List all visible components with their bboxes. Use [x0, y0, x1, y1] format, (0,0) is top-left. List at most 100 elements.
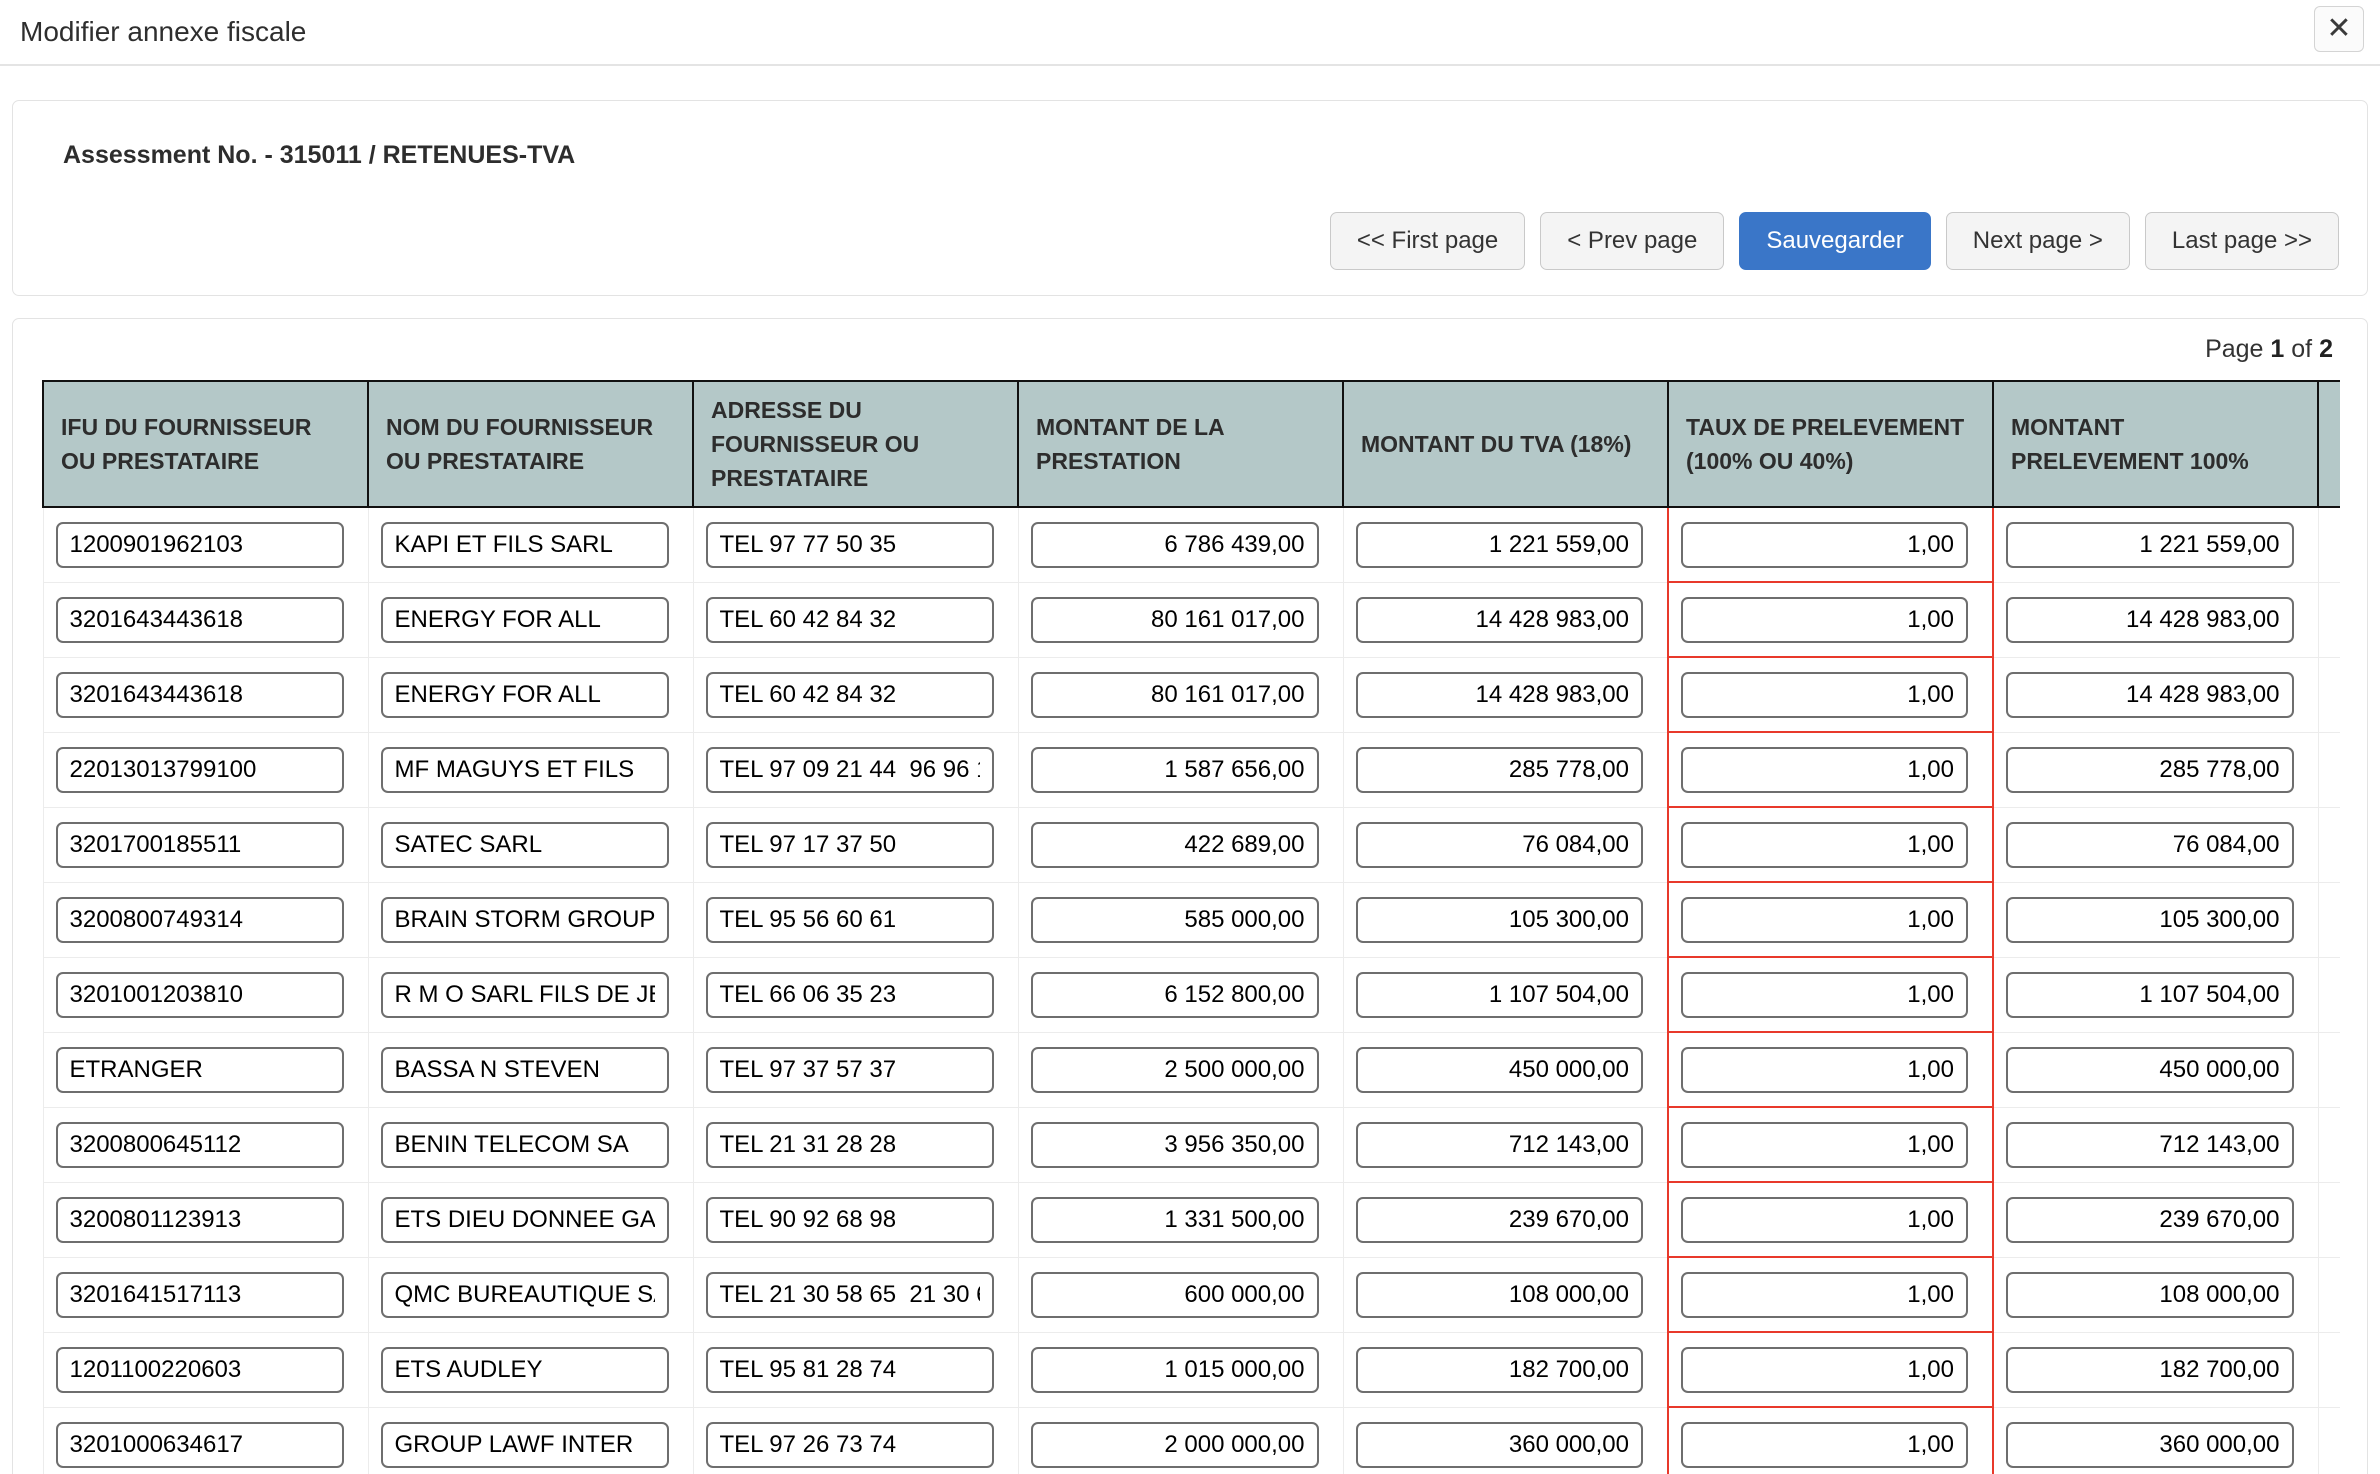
adresse-input[interactable] [706, 1047, 994, 1093]
nom-input[interactable] [381, 1122, 669, 1168]
cell-tva [1343, 657, 1668, 732]
taux-input[interactable] [1681, 897, 1968, 943]
ifu-input[interactable] [56, 672, 344, 718]
prelevement-input[interactable] [2006, 1047, 2294, 1093]
save-button[interactable]: Sauvegarder [1739, 212, 1930, 270]
adresse-input[interactable] [706, 1272, 994, 1318]
prelevement-input[interactable] [2006, 1122, 2294, 1168]
prelevement-input[interactable] [2006, 1197, 2294, 1243]
tva-input[interactable] [1356, 1272, 1644, 1318]
adresse-input[interactable] [706, 972, 994, 1018]
ifu-input[interactable] [56, 822, 344, 868]
ifu-input[interactable] [56, 897, 344, 943]
adresse-input[interactable] [706, 1122, 994, 1168]
ifu-input[interactable] [56, 1347, 344, 1393]
tva-input[interactable] [1356, 1347, 1644, 1393]
nom-input[interactable] [381, 972, 669, 1018]
prestation-input[interactable] [1031, 897, 1319, 943]
tva-input[interactable] [1356, 672, 1644, 718]
adresse-input[interactable] [706, 897, 994, 943]
prestation-input[interactable] [1031, 672, 1319, 718]
adresse-input[interactable] [706, 747, 994, 793]
taux-input[interactable] [1681, 672, 1968, 718]
ifu-input[interactable] [56, 1047, 344, 1093]
taux-input[interactable] [1681, 1197, 1968, 1243]
prelevement-input[interactable] [2006, 597, 2294, 643]
prelevement-input[interactable] [2006, 672, 2294, 718]
ifu-input[interactable] [56, 522, 344, 568]
taux-input[interactable] [1681, 597, 1968, 643]
prestation-input[interactable] [1031, 822, 1319, 868]
ifu-input[interactable] [56, 972, 344, 1018]
last-page-button[interactable]: Last page >> [2145, 212, 2339, 270]
nom-input[interactable] [381, 1422, 669, 1468]
prelevement-input[interactable] [2006, 1347, 2294, 1393]
ifu-input[interactable] [56, 1197, 344, 1243]
prelevement-input[interactable] [2006, 972, 2294, 1018]
prelevement-input[interactable] [2006, 1272, 2294, 1318]
nom-input[interactable] [381, 597, 669, 643]
close-button[interactable]: ✕ [2314, 6, 2364, 52]
adresse-input[interactable] [706, 597, 994, 643]
tva-input[interactable] [1356, 1122, 1644, 1168]
prestation-input[interactable] [1031, 1122, 1319, 1168]
adresse-input[interactable] [706, 522, 994, 568]
taux-input[interactable] [1681, 1047, 1968, 1093]
adresse-input[interactable] [706, 672, 994, 718]
ifu-input[interactable] [56, 597, 344, 643]
taux-input[interactable] [1681, 747, 1968, 793]
ifu-input[interactable] [56, 1422, 344, 1468]
nom-input[interactable] [381, 672, 669, 718]
prestation-input[interactable] [1031, 1047, 1319, 1093]
tva-input[interactable] [1356, 597, 1644, 643]
tva-input[interactable] [1356, 522, 1644, 568]
taux-input[interactable] [1681, 1422, 1968, 1468]
prelevement-input[interactable] [2006, 747, 2294, 793]
taux-input[interactable] [1681, 1122, 1968, 1168]
tva-input[interactable] [1356, 1422, 1644, 1468]
prestation-input[interactable] [1031, 1347, 1319, 1393]
tva-input[interactable] [1356, 897, 1644, 943]
prelevement-input[interactable] [2006, 1422, 2294, 1468]
prestation-input[interactable] [1031, 972, 1319, 1018]
taux-input[interactable] [1681, 1272, 1968, 1318]
prestation-input[interactable] [1031, 522, 1319, 568]
ifu-input[interactable] [56, 1122, 344, 1168]
nom-input[interactable] [381, 1272, 669, 1318]
ifu-input[interactable] [56, 1272, 344, 1318]
adresse-input[interactable] [706, 1347, 994, 1393]
adresse-input[interactable] [706, 1197, 994, 1243]
nom-input[interactable] [381, 897, 669, 943]
tva-input[interactable] [1356, 1197, 1644, 1243]
prelevement-input[interactable] [2006, 822, 2294, 868]
taux-input[interactable] [1681, 522, 1968, 568]
prev-page-button[interactable]: < Prev page [1540, 212, 1724, 270]
tva-input[interactable] [1356, 747, 1644, 793]
nom-input[interactable] [381, 747, 669, 793]
prelevement-input[interactable] [2006, 522, 2294, 568]
ifu-input[interactable] [56, 747, 344, 793]
nom-input[interactable] [381, 822, 669, 868]
prestation-input[interactable] [1031, 1272, 1319, 1318]
tva-input[interactable] [1356, 1047, 1644, 1093]
next-page-button[interactable]: Next page > [1946, 212, 2130, 270]
prestation-input[interactable] [1031, 1197, 1319, 1243]
taux-input[interactable] [1681, 1347, 1968, 1393]
adresse-input[interactable] [706, 822, 994, 868]
prestation-input[interactable] [1031, 1422, 1319, 1468]
nom-input[interactable] [381, 1047, 669, 1093]
prelevement-input[interactable] [2006, 897, 2294, 943]
taux-input[interactable] [1681, 972, 1968, 1018]
tva-input[interactable] [1356, 972, 1644, 1018]
adresse-input[interactable] [706, 1422, 994, 1468]
prestation-input[interactable] [1031, 747, 1319, 793]
nom-input[interactable] [381, 522, 669, 568]
prestation-input[interactable] [1031, 597, 1319, 643]
nom-input[interactable] [381, 1197, 669, 1243]
first-page-button[interactable]: << First page [1330, 212, 1525, 270]
taux-input[interactable] [1681, 822, 1968, 868]
tva-input[interactable] [1356, 822, 1644, 868]
nom-input[interactable] [381, 1347, 669, 1393]
cell-adresse [693, 657, 1018, 732]
cell-tva [1343, 1182, 1668, 1257]
